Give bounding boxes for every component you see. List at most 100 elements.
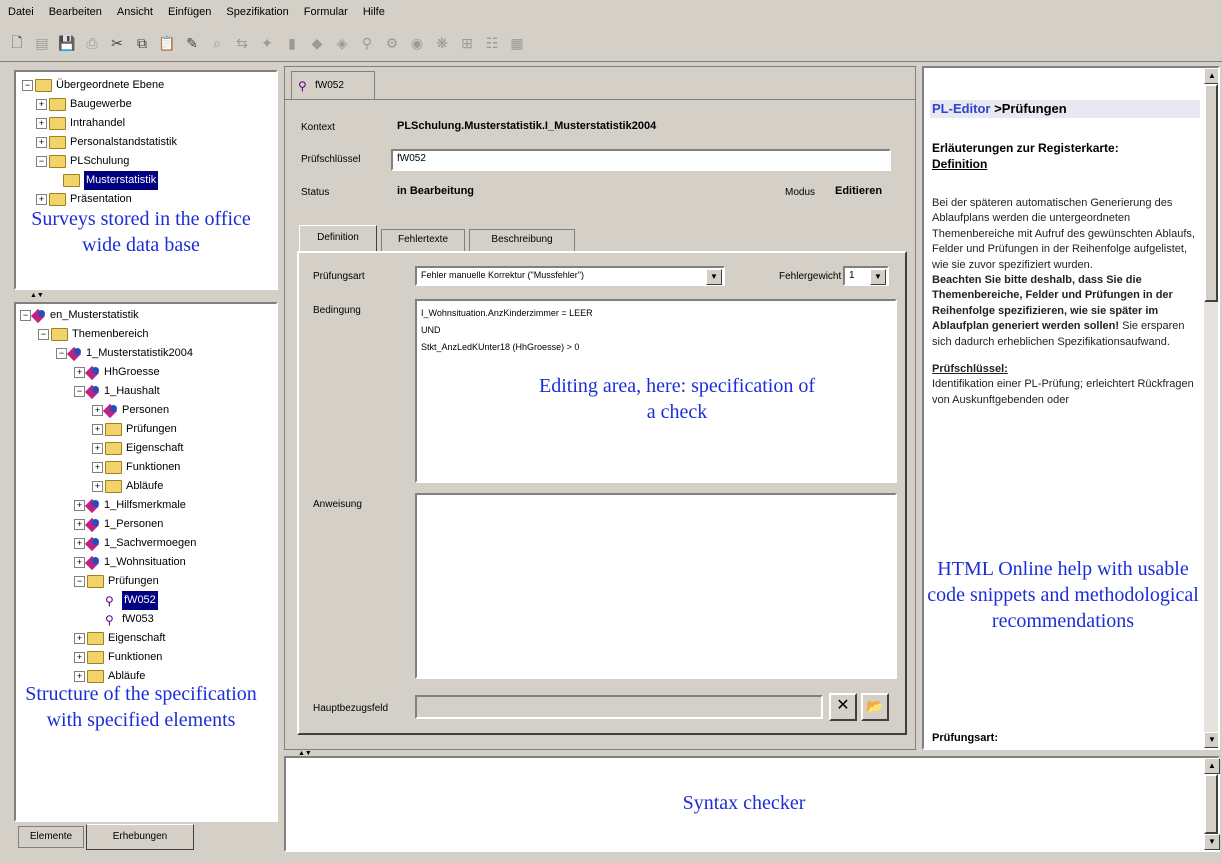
tree-item[interactable]: +⚲fW052 <box>20 591 196 610</box>
tab-definition[interactable]: Definition <box>299 225 377 251</box>
tree-item[interactable]: − PLSchulung <box>22 152 177 171</box>
tool-7-icon[interactable]: ◉ <box>406 33 428 55</box>
expand-icon[interactable]: + <box>74 633 85 644</box>
print-icon[interactable]: ⎙ <box>81 33 103 55</box>
expand-icon[interactable]: + <box>92 481 103 492</box>
fehlergewicht-select[interactable]: 1 ▼ <box>843 266 889 286</box>
doc-tab[interactable]: ⚲ fW052 <box>291 71 375 99</box>
pruefungsart-select[interactable]: Fehler manuelle Korrektur ("Mussfehler")… <box>415 266 725 286</box>
tree-item[interactable]: +1_Personen <box>20 515 196 534</box>
browse-button[interactable]: 📂 <box>861 693 889 721</box>
chevron-down-icon[interactable]: ▼ <box>870 269 886 285</box>
tree-item[interactable]: + Funktionen <box>20 458 196 477</box>
tab-fehlertexte[interactable]: Fehlertexte <box>381 229 465 251</box>
tree-item[interactable]: − en_Musterstatistik <box>20 306 196 325</box>
menu-bearbeiten[interactable]: Bearbeiten <box>49 6 102 18</box>
tree-item[interactable]: + Intrahandel <box>22 114 177 133</box>
expand-icon[interactable]: + <box>74 500 85 511</box>
tree-item[interactable]: − 1_Haushalt <box>20 382 196 401</box>
clear-button[interactable]: ✕ <box>829 693 857 721</box>
tree-item[interactable]: − Themenbereich <box>20 325 196 344</box>
scroll-up-icon[interactable]: ▲ <box>1204 758 1220 774</box>
tree-item[interactable]: + Prüfungen <box>20 420 196 439</box>
tree-item[interactable]: − Übergeordnete Ebene <box>22 76 177 95</box>
edit-pencil-icon[interactable]: ✎ <box>181 33 203 55</box>
collapse-icon[interactable]: − <box>22 80 33 91</box>
tool-6-icon[interactable]: ⚙ <box>381 33 403 55</box>
expand-icon[interactable]: + <box>36 194 47 205</box>
menu-einfugen[interactable]: Einfügen <box>168 6 211 18</box>
menu-ansicht[interactable]: Ansicht <box>117 6 153 18</box>
collapse-icon[interactable]: − <box>74 386 85 397</box>
menu-spezifikation[interactable]: Spezifikation <box>226 6 288 18</box>
tool-3-icon[interactable]: ◆ <box>306 33 328 55</box>
tree-item[interactable]: + Baugewerbe <box>22 95 177 114</box>
collapse-icon[interactable]: − <box>56 348 67 359</box>
open-icon[interactable]: ▤ <box>31 33 53 55</box>
tree-item[interactable]: + Abläufe <box>20 477 196 496</box>
expand-icon[interactable]: + <box>74 538 85 549</box>
tree-item[interactable]: + Personen <box>20 401 196 420</box>
tree-item[interactable]: +Musterstatistik <box>22 171 177 190</box>
tree-item[interactable]: +1_Sachvermoegen <box>20 534 196 553</box>
scroll-down-icon[interactable]: ▼ <box>1204 732 1218 748</box>
tool-2-icon[interactable]: ▮ <box>281 33 303 55</box>
tool-10-icon[interactable]: ☷ <box>481 33 503 55</box>
menu-datei[interactable]: Datei <box>8 6 34 18</box>
tool-11-icon[interactable]: ▦ <box>506 33 528 55</box>
help-title-link[interactable]: PL-Editor <box>932 101 991 116</box>
paste-icon[interactable]: 📋 <box>156 33 178 55</box>
tool-9-icon[interactable]: ⊞ <box>456 33 478 55</box>
anweisung-textarea[interactable] <box>415 493 897 679</box>
tree-item[interactable]: + Eigenschaft <box>20 629 196 648</box>
tree-item[interactable]: − Prüfungen <box>20 572 196 591</box>
collapse-icon[interactable]: − <box>36 156 47 167</box>
pruefschluessel-input[interactable]: fW052 <box>391 149 891 171</box>
tool-1-icon[interactable]: ✦ <box>256 33 278 55</box>
new-file-icon[interactable]: 🗋 <box>6 33 28 55</box>
tree-item[interactable]: + Eigenschaft <box>20 439 196 458</box>
tree-item[interactable]: +1_Wohnsituation <box>20 553 196 572</box>
expand-icon[interactable]: + <box>74 519 85 530</box>
tool-5-icon[interactable]: ⚲ <box>356 33 378 55</box>
expand-icon[interactable]: + <box>74 652 85 663</box>
bedingung-textarea[interactable]: I_Wohnsituation.AnzKinderzimmer = LEER U… <box>415 299 897 483</box>
tab-beschreibung[interactable]: Beschreibung <box>469 229 575 251</box>
copy-icon[interactable]: ⧉ <box>131 33 153 55</box>
expand-icon[interactable]: + <box>74 367 85 378</box>
tree-item[interactable]: + Funktionen <box>20 648 196 667</box>
cut-icon[interactable]: ✂ <box>106 33 128 55</box>
expand-icon[interactable]: + <box>36 118 47 129</box>
expand-icon[interactable]: + <box>36 99 47 110</box>
hauptbezugsfeld-input[interactable] <box>415 695 823 719</box>
splitter-handle[interactable]: ▲▼ <box>30 292 44 299</box>
tool-4-icon[interactable]: ◈ <box>331 33 353 55</box>
collapse-icon[interactable]: − <box>74 576 85 587</box>
tree-item[interactable]: + HhGroesse <box>20 363 196 382</box>
chevron-down-icon[interactable]: ▼ <box>706 269 722 285</box>
tab-erhebungen[interactable]: Erhebungen <box>86 824 194 850</box>
scroll-thumb[interactable] <box>1204 84 1218 302</box>
expand-icon[interactable]: + <box>92 443 103 454</box>
expand-icon[interactable]: + <box>74 557 85 568</box>
replace-icon[interactable]: ⇆ <box>231 33 253 55</box>
tab-elemente[interactable]: Elemente <box>18 826 84 848</box>
find-icon[interactable]: ⌕ <box>206 33 228 55</box>
menu-hilfe[interactable]: Hilfe <box>363 6 385 18</box>
help-scrollbar[interactable]: ▲ ▼ <box>1204 68 1218 748</box>
expand-icon[interactable]: + <box>92 462 103 473</box>
syntax-scrollbar[interactable]: ▲ ▼ <box>1204 758 1220 850</box>
collapse-icon[interactable]: − <box>20 310 31 321</box>
tree-item[interactable]: + Personalstandstatistik <box>22 133 177 152</box>
expand-icon[interactable]: + <box>36 137 47 148</box>
scroll-down-icon[interactable]: ▼ <box>1204 834 1220 850</box>
scroll-up-icon[interactable]: ▲ <box>1204 68 1218 84</box>
tool-8-icon[interactable]: ❋ <box>431 33 453 55</box>
collapse-icon[interactable]: − <box>38 329 49 340</box>
menu-formular[interactable]: Formular <box>304 6 348 18</box>
scroll-thumb[interactable] <box>1204 774 1218 834</box>
tree-item[interactable]: − 1_Musterstatistik2004 <box>20 344 196 363</box>
tree-item[interactable]: +⚲fW053 <box>20 610 196 629</box>
tree-item[interactable]: +1_Hilfsmerkmale <box>20 496 196 515</box>
expand-icon[interactable]: + <box>92 424 103 435</box>
